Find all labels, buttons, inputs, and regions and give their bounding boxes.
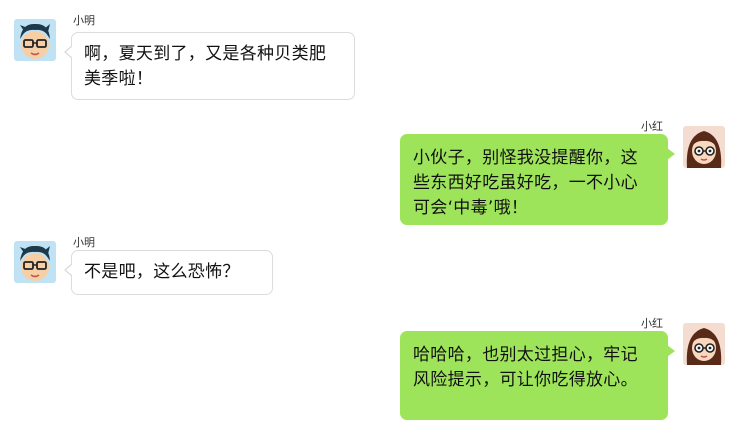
sender-name: 小红 <box>641 120 663 133</box>
boy-avatar-icon[interactable] <box>14 19 56 61</box>
girl-avatar-icon[interactable] <box>683 126 725 168</box>
message-bubble[interactable]: 小伙子，别怪我没提醒你，这些东西好吃虽好吃，一不小心可会‘中毒’哦！ <box>400 134 675 225</box>
sender-name: 小明 <box>73 14 95 27</box>
message-bubble[interactable]: 不是吧，这么恐怖？ <box>64 250 273 295</box>
girl-avatar-icon[interactable] <box>683 323 725 365</box>
boy-avatar-icon[interactable] <box>14 241 56 283</box>
message-bubble[interactable]: 哈哈哈，也别太过担心，牢记风险提示，可让你吃得放心。 <box>400 331 675 420</box>
message-bubble[interactable]: 啊，夏天到了，又是各种贝类肥美季啦！ <box>64 32 355 100</box>
sender-name: 小红 <box>641 317 663 330</box>
sender-name: 小明 <box>73 236 95 249</box>
